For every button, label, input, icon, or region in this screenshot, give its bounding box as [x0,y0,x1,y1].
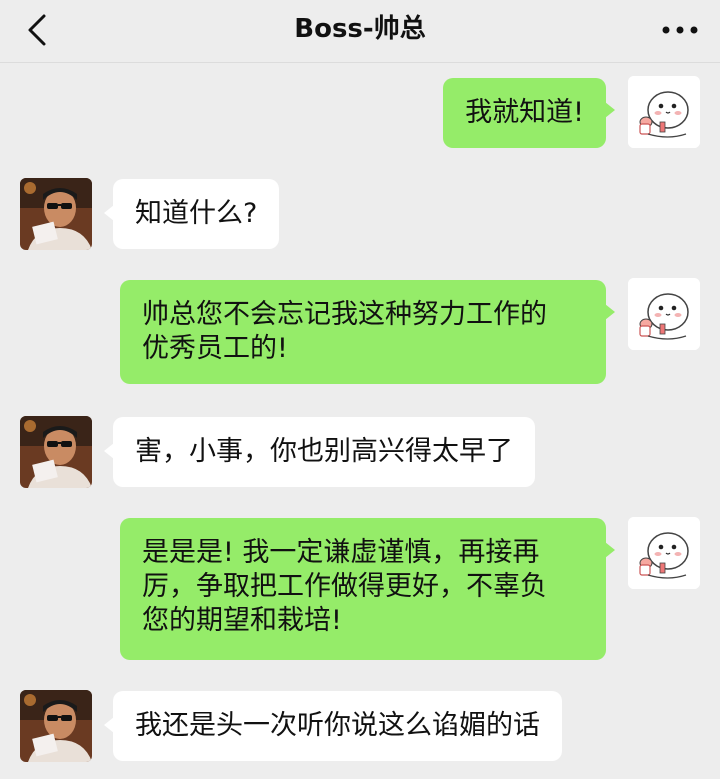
more-dots-icon[interactable] [660,16,700,44]
message-text: 是是是! 我一定谦虚谨慎，再接再 [142,537,540,568]
message-text: 帅总您不会忘记我这种努力工作的 [142,299,547,330]
boss-avatar[interactable] [20,178,92,250]
chat-header: Boss-帅总 [0,0,720,63]
bun-sticker-avatar-icon [628,278,700,350]
my-message-bubble[interactable]: 帅总您不会忘记我这种努力工作的 优秀员工的! [120,280,615,384]
boss-avatar[interactable] [20,416,92,488]
bun-sticker-avatar-icon [628,76,700,148]
message-text: 厉，争取把工作做得更好，不辜负 [142,571,547,602]
message-text: 害，小事，你也别高兴得太早了 [135,436,513,467]
boss-avatar[interactable] [20,690,92,762]
man-sunglasses-avatar-icon [20,416,92,488]
my-avatar[interactable] [628,76,700,148]
boss-message-bubble[interactable]: 害，小事，你也别高兴得太早了 [104,417,535,487]
my-message-bubble[interactable]: 是是是! 我一定谦虚谨慎，再接再 厉，争取把工作做得更好，不辜负 您的期望和栽培… [120,518,615,660]
message-text: 我就知道! [465,97,584,128]
message-text: 优秀员工的! [142,333,288,364]
man-sunglasses-avatar-icon [20,178,92,250]
chat-title: Boss-帅总 [294,14,426,44]
my-avatar[interactable] [628,517,700,589]
message-text: 您的期望和栽培! [142,605,342,636]
boss-message-bubble[interactable]: 我还是头一次听你说这么谄媚的话 [104,691,562,761]
my-message-bubble[interactable]: 我就知道! [443,78,615,148]
bun-sticker-avatar-icon [628,517,700,589]
message-text: 知道什么? [135,198,258,229]
man-sunglasses-avatar-icon [20,690,92,762]
message-text: 我还是头一次听你说这么谄媚的话 [135,710,540,741]
boss-message-bubble[interactable]: 知道什么? [103,179,280,249]
my-avatar[interactable] [628,278,700,350]
